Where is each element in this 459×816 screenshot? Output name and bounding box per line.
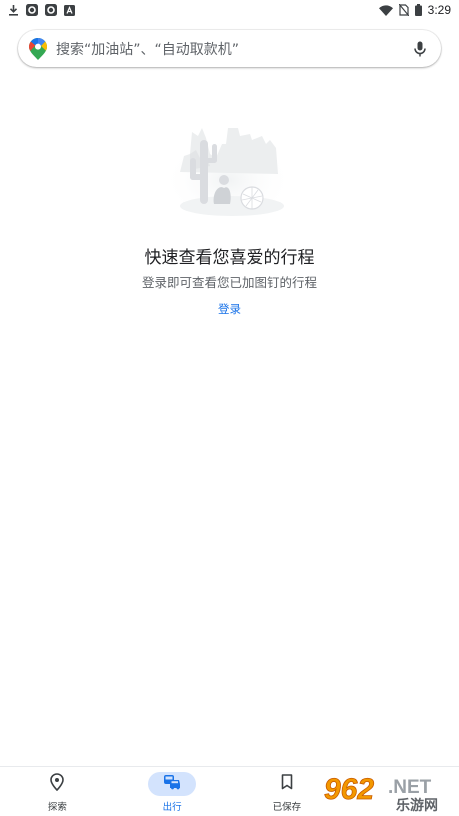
empty-state-title: 快速查看您喜爱的行程	[144, 248, 315, 268]
location-pin-icon	[50, 773, 65, 795]
nav-label: 已保存	[272, 802, 302, 813]
a-notification-icon	[64, 4, 75, 16]
status-bar: 3:29	[0, 0, 459, 20]
nav-label: 出行	[162, 802, 182, 813]
status-left-icons	[8, 4, 75, 16]
watermark-caption: 乐游网	[396, 797, 438, 813]
bookmark-icon	[281, 774, 293, 794]
nav-item-explore[interactable]: 探索	[0, 767, 115, 816]
watermark-logo: 962 .NET 乐游网	[320, 769, 458, 814]
sign-in-container: 登录	[0, 301, 459, 317]
search-input[interactable]: 搜索“加油站”、“自动取款机”	[56, 39, 411, 59]
nav-pill	[263, 772, 311, 796]
wifi-icon	[378, 4, 393, 16]
watermark-suffix: .NET	[388, 777, 432, 798]
desert-cactus-illustration	[166, 114, 290, 222]
mic-icon[interactable]	[411, 40, 429, 58]
search-bar[interactable]: 搜索“加油站”、“自动取款机”	[18, 30, 441, 67]
nav-label: 探索	[47, 802, 67, 813]
nav-pill	[33, 772, 81, 796]
status-right-icons: 3:29	[378, 3, 451, 17]
app-notification-icon	[45, 4, 57, 16]
nav-item-go[interactable]: 出行	[115, 767, 230, 816]
download-icon	[8, 4, 19, 16]
sign-in-button[interactable]: 登录	[212, 300, 247, 318]
no-sim-icon	[398, 4, 409, 16]
clock: 3:29	[427, 3, 451, 17]
app-notification-icon	[26, 4, 38, 16]
empty-state-subtitle: 登录即可查看您已加图钉的行程	[141, 275, 317, 290]
commute-icon	[163, 774, 181, 794]
nav-pill-active	[148, 772, 197, 796]
google-maps-pin-icon	[29, 37, 47, 60]
battery-icon	[414, 4, 422, 16]
watermark-number: 962	[324, 773, 374, 806]
